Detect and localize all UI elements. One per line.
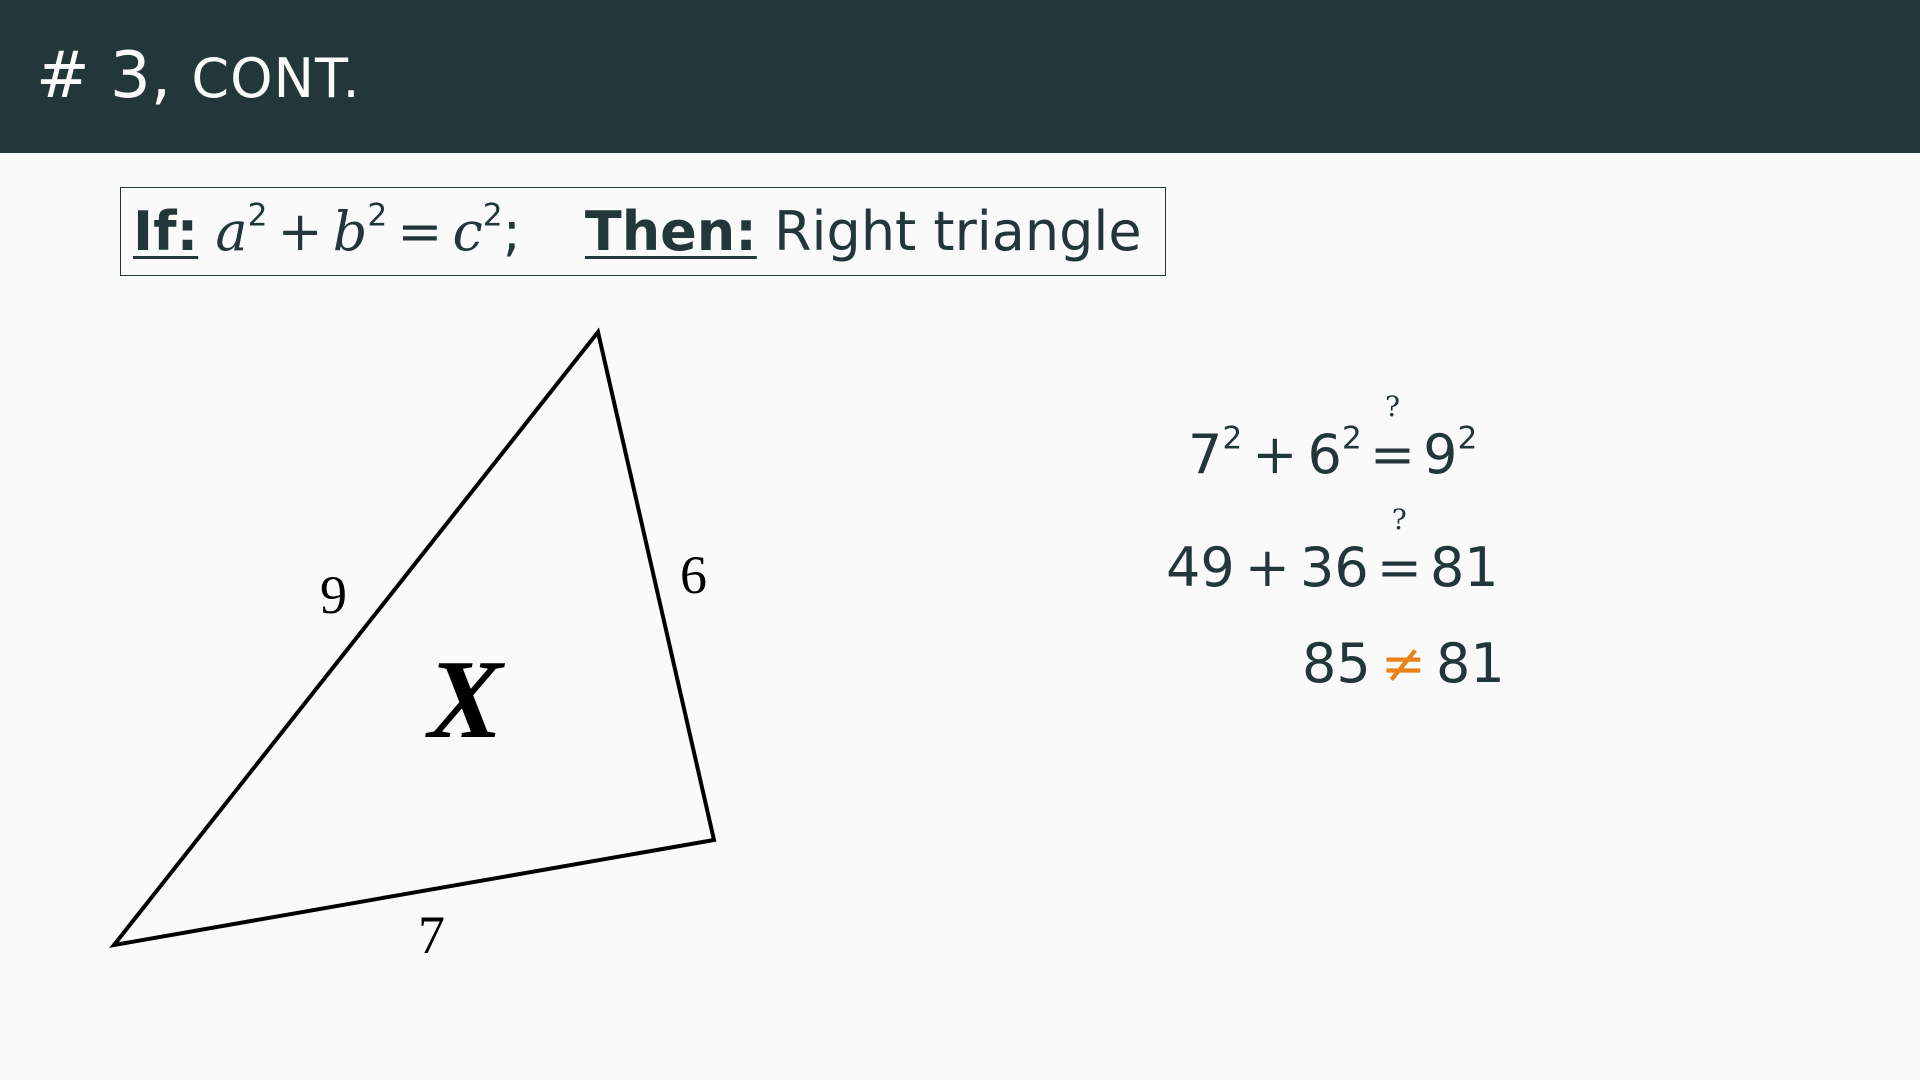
eq2-plus: + bbox=[1244, 536, 1290, 599]
triangle-diagram bbox=[109, 327, 717, 948]
eq1-plus: + bbox=[1252, 423, 1298, 486]
equation-line-3: 85 ≠ 81 bbox=[1302, 632, 1505, 696]
eq1-term2: 6 bbox=[1307, 423, 1342, 486]
eq1-rhs: 9 bbox=[1423, 423, 1458, 486]
eq1-term1: 7 bbox=[1188, 423, 1223, 486]
eq2-term2: 36 bbox=[1299, 536, 1369, 599]
eq2-questioned-equals: ? = bbox=[1376, 506, 1422, 600]
side-label-9: 9 bbox=[320, 565, 347, 625]
eq2-term1: 49 bbox=[1166, 536, 1235, 599]
eq1-exp3: 2 bbox=[1457, 420, 1478, 457]
eq1-exp1: 2 bbox=[1222, 420, 1243, 457]
triangle-x-mark: X bbox=[428, 638, 503, 762]
triangle-shape bbox=[109, 327, 717, 948]
not-equal-sign: ≠ bbox=[1380, 632, 1426, 695]
eq3-lhs: 85 bbox=[1302, 632, 1371, 695]
eq3-rhs: 81 bbox=[1435, 632, 1505, 695]
eq2-qmark: ? bbox=[1391, 503, 1407, 536]
eq2-rhs: 81 bbox=[1429, 536, 1499, 599]
eq2-eq: = bbox=[1376, 536, 1422, 599]
eq1-exp2: 2 bbox=[1341, 420, 1362, 457]
equation-line-2: 49 +36? = 81 bbox=[1166, 506, 1499, 600]
equation-line-1: 72 +62? = 92 bbox=[1188, 393, 1478, 487]
eq1-qmark: ? bbox=[1384, 390, 1400, 423]
eq1-questioned-equals: ? = bbox=[1369, 393, 1416, 487]
side-label-7: 7 bbox=[418, 905, 445, 965]
eq1-eq: = bbox=[1369, 423, 1416, 486]
side-label-6: 6 bbox=[680, 545, 707, 605]
